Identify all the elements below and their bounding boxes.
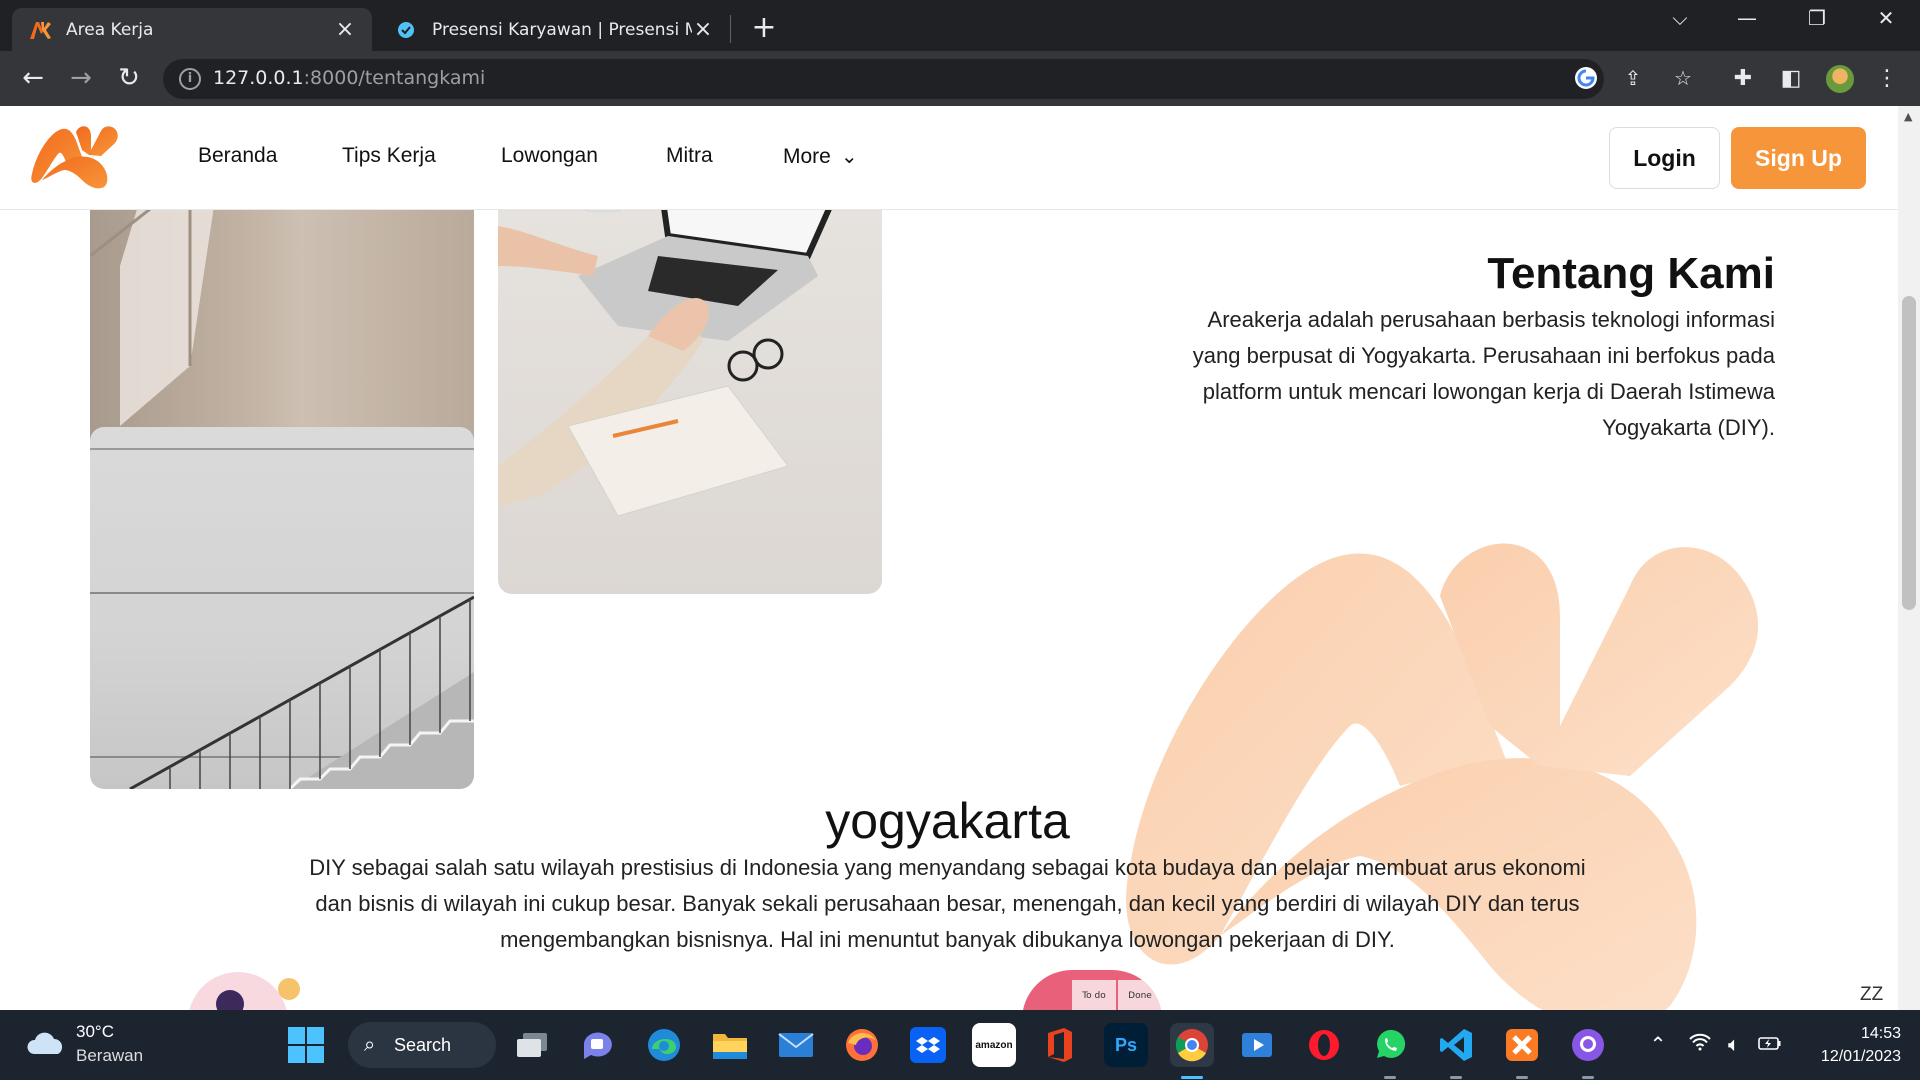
scroll-up-arrow-icon[interactable]: ▲ — [1904, 110, 1912, 123]
office-icon[interactable] — [1038, 1023, 1082, 1067]
city-description: DIY sebagai salah satu wilayah prestisiu… — [309, 855, 1586, 952]
tab-title: Area Kerja — [66, 19, 154, 40]
taskbar-clock[interactable]: 14:53 12/01/2023 — [1805, 1022, 1901, 1068]
nav-lowongan[interactable]: Lowongan — [501, 144, 598, 168]
weather-condition: Berawan — [76, 1046, 144, 1065]
clock-time: 14:53 — [1860, 1025, 1901, 1042]
window-close-icon[interactable]: ✕ — [1866, 6, 1906, 30]
menu-icon[interactable]: ⋮ — [1872, 64, 1902, 94]
site-header: Beranda Tips Kerja Lowongan Mitra More ⌄ … — [0, 106, 1898, 210]
nav-mitra[interactable]: Mitra — [666, 144, 713, 168]
xampp-icon[interactable] — [1500, 1023, 1544, 1067]
opera-icon[interactable] — [1302, 1023, 1346, 1067]
login-button[interactable]: Login — [1609, 127, 1720, 189]
forward-icon[interactable]: → — [64, 62, 98, 96]
volume-icon[interactable]: 🔈︎ — [1721, 1032, 1747, 1056]
signup-button[interactable]: Sign Up — [1731, 127, 1866, 189]
windows-start-icon[interactable] — [288, 1027, 324, 1063]
web-page: Beranda Tips Kerja Lowongan Mitra More ⌄ … — [0, 106, 1920, 1010]
nav-more-label: More — [783, 145, 831, 168]
kanban-note-todo: To do — [1072, 980, 1116, 1010]
task-view-icon[interactable] — [510, 1023, 554, 1067]
coin-icon — [278, 978, 300, 1000]
search-label: Search — [394, 1034, 452, 1055]
tab-search-chevron-icon[interactable]: ⌵ — [1660, 6, 1700, 30]
about-description: Areakerja adalah perusahaan berbasis tek… — [1192, 307, 1775, 440]
minimize-icon[interactable]: — — [1727, 6, 1767, 30]
active-indicator-chrome — [1181, 1076, 1203, 1079]
restore-icon[interactable]: ❐ — [1797, 6, 1837, 30]
kanban-note-done: Done — [1118, 980, 1162, 1010]
tab-title: Presensi Karyawan | Presensi Mag — [432, 19, 692, 40]
running-indicator-github — [1582, 1076, 1594, 1079]
extensions-icon[interactable]: ✚ — [1728, 64, 1758, 94]
chrome-icon[interactable] — [1170, 1023, 1214, 1067]
nav-tips-kerja[interactable]: Tips Kerja — [342, 144, 436, 168]
wifi-icon[interactable] — [1687, 1032, 1713, 1056]
google-icon[interactable] — [1573, 66, 1599, 92]
new-tab-icon[interactable]: + — [748, 10, 780, 45]
weather-temperature: 30°C — [76, 1022, 114, 1041]
photoshop-label: Ps — [1114, 1034, 1138, 1055]
firefox-icon[interactable] — [840, 1023, 884, 1067]
share-icon[interactable]: ⇪ — [1620, 65, 1646, 91]
url-host: 127.0.0.1 — [213, 67, 304, 89]
page-scrollbar[interactable]: ▲ — [1898, 106, 1920, 1010]
clock-date: 12/01/2023 — [1820, 1048, 1901, 1065]
tab-close-icon[interactable]: × — [692, 17, 714, 42]
back-icon[interactable]: ← — [16, 62, 50, 96]
github-desktop-icon[interactable] — [1566, 1023, 1610, 1067]
search-icon: ⌕ — [364, 1033, 376, 1056]
info-icon[interactable]: i — [179, 68, 201, 90]
file-explorer-icon[interactable] — [708, 1023, 752, 1067]
amazon-icon[interactable]: amazon — [972, 1023, 1016, 1067]
teams-chat-icon[interactable] — [576, 1023, 620, 1067]
dropbox-icon[interactable] — [906, 1023, 950, 1067]
check-circle-icon — [394, 18, 418, 42]
tab-area-kerja[interactable]: Area Kerja × — [12, 8, 372, 51]
running-indicator-vscode — [1450, 1076, 1462, 1079]
tab-separator — [730, 15, 731, 43]
url-text[interactable]: 127.0.0.1:8000/tentangkami — [213, 67, 485, 89]
areakerja-favicon-icon — [28, 18, 52, 42]
tab-presensi[interactable]: Presensi Karyawan | Presensi Mag × — [378, 8, 730, 51]
star-icon[interactable]: ☆ — [1670, 65, 1696, 91]
browser-tab-strip: Area Kerja × Presensi Karyawan | Presens… — [0, 0, 1920, 51]
chevron-down-icon: ⌄ — [840, 146, 858, 168]
stairs-photo — [90, 427, 474, 789]
tab-close-icon[interactable]: × — [334, 17, 356, 42]
address-bar[interactable]: i 127.0.0.1:8000/tentangkami — [163, 59, 1604, 99]
running-indicator-xampp — [1516, 1076, 1528, 1079]
cloud-icon — [27, 1032, 63, 1054]
mail-icon[interactable] — [774, 1023, 818, 1067]
tray-chevron-up-icon[interactable]: ⌃ — [1645, 1032, 1671, 1056]
scrollbar-thumb[interactable] — [1902, 296, 1916, 610]
zz-label: ZZ — [1860, 984, 1884, 1005]
areakerja-logo[interactable] — [28, 124, 120, 190]
photoshop-icon[interactable]: Ps — [1104, 1023, 1148, 1067]
battery-icon[interactable] — [1757, 1032, 1783, 1056]
city-title: yogyakarta — [825, 793, 1070, 849]
illustration-left — [188, 972, 288, 1010]
reload-icon[interactable]: ↻ — [112, 62, 146, 96]
nav-more[interactable]: More ⌄ — [783, 144, 858, 169]
taskbar-search[interactable]: ⌕ Search — [348, 1022, 496, 1068]
laptop-desk-photo — [498, 166, 882, 594]
running-indicator-whatsapp — [1384, 1076, 1396, 1079]
nav-beranda[interactable]: Beranda — [198, 144, 277, 168]
whatsapp-icon[interactable] — [1368, 1023, 1412, 1067]
illustration-figure — [216, 990, 244, 1010]
media-player-icon[interactable] — [1236, 1023, 1280, 1067]
profile-avatar[interactable] — [1824, 63, 1856, 95]
vscode-icon[interactable] — [1434, 1023, 1478, 1067]
url-path: :8000/tentangkami — [303, 67, 486, 89]
browser-toolbar: ← → ↻ i 127.0.0.1:8000/tentangkami ⇪ ☆ ✚… — [0, 51, 1920, 106]
edge-icon[interactable] — [642, 1023, 686, 1067]
about-title: Tentang Kami — [1487, 249, 1775, 298]
sidepanel-icon[interactable]: ◧ — [1776, 64, 1806, 94]
amazon-label: amazon — [975, 1039, 1013, 1051]
windows-taskbar: 30°C Berawan ⌕ Search amazon Ps ⌃ 🔈︎ 14:… — [0, 1010, 1920, 1080]
